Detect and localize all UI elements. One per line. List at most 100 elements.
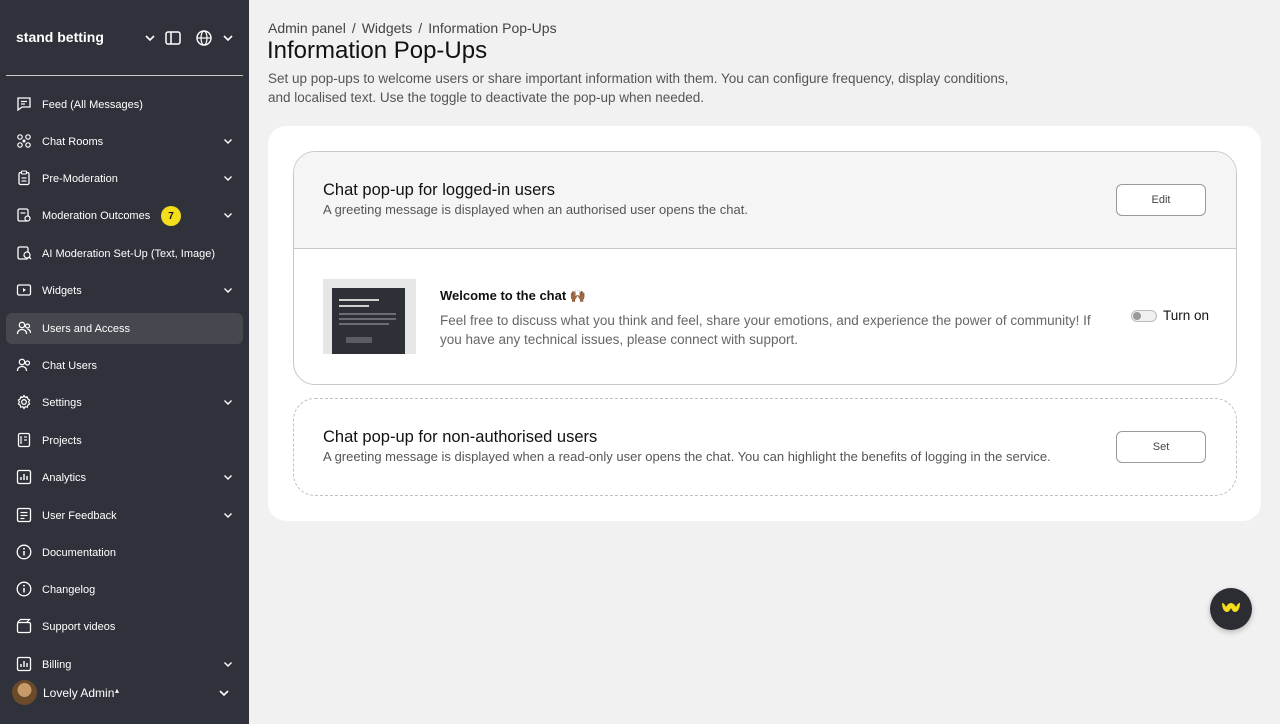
chevron-down-icon[interactable]	[221, 657, 235, 671]
sidebar-item-label: Chat Users	[42, 359, 98, 372]
edit-button[interactable]: Edit	[1116, 184, 1206, 216]
user-menu[interactable]: Lovely Admin ▴	[0, 679, 249, 707]
sidebar-item-projects[interactable]: Projects	[6, 425, 243, 456]
sidebar-item-documentation[interactable]: Documentation	[6, 537, 243, 568]
chat-users-icon	[15, 356, 33, 374]
chevron-down-icon[interactable]	[140, 28, 160, 48]
sidebar-item-label: Billing	[42, 658, 72, 671]
widgets-icon	[15, 281, 33, 299]
preview-line	[339, 313, 396, 315]
caret-up-icon: ▴	[115, 686, 120, 695]
sidebar-item-pre-moderation[interactable]: Pre-Moderation	[6, 163, 243, 194]
sidebar-item-widgets[interactable]: Widgets	[6, 275, 243, 306]
gear-icon	[15, 393, 33, 411]
projects-icon	[15, 431, 33, 449]
sidebar-item-label: Analytics	[42, 471, 87, 484]
breadcrumb: Admin panel / Widgets / Information Pop-…	[268, 20, 557, 36]
globe-icon[interactable]	[194, 28, 214, 48]
feedback-icon	[15, 506, 33, 524]
chevron-down-icon[interactable]	[221, 208, 235, 222]
page-description: Set up pop-ups to welcome users or share…	[268, 71, 1009, 105]
page-title: Information Pop-Ups	[267, 37, 488, 64]
toggle-label: Turn on	[1163, 308, 1210, 323]
sidebar-item-feed[interactable]: Feed (All Messages)	[6, 89, 243, 120]
moderation-icon	[15, 206, 33, 224]
chevron-down-icon[interactable]	[221, 395, 235, 409]
info-icon	[15, 580, 33, 598]
popup-preview-window	[332, 288, 405, 354]
watchers-logo-icon	[1220, 599, 1242, 620]
sidebar-item-label: Moderation Outcomes	[42, 209, 151, 222]
video-icon	[15, 617, 33, 635]
chevron-down-icon[interactable]	[221, 470, 235, 484]
sidebar-item-label: Widgets	[42, 284, 82, 297]
popup-card-non-authorised: Chat pop-up for non-authorised users A g…	[293, 398, 1237, 496]
popup-card-subtitle: A greeting message is displayed when a r…	[323, 449, 1051, 464]
popup-message-body: Feel free to discuss what you think and …	[440, 313, 1091, 347]
turn-on-toggle[interactable]	[1131, 310, 1157, 322]
panel-toggle-icon[interactable]	[163, 28, 183, 48]
user-name: Lovely Admin	[43, 686, 115, 700]
popup-card-title: Chat pop-up for non-authorised users	[323, 428, 598, 446]
breadcrumb-current: Information Pop-Ups	[428, 20, 557, 36]
sidebar-item-changelog[interactable]: Changelog	[6, 574, 243, 605]
sidebar-item-label: Settings	[42, 396, 82, 409]
info-icon	[15, 543, 33, 561]
sidebar-item-label: Documentation	[42, 546, 116, 559]
chevron-down-icon[interactable]	[221, 134, 235, 148]
notification-badge: 7	[161, 206, 181, 226]
popup-card-title: Chat pop-up for logged-in users	[323, 181, 556, 199]
language-chevron-icon[interactable]	[218, 28, 238, 48]
chat-widget-button[interactable]	[1210, 588, 1252, 630]
popup-card-header: Chat pop-up for logged-in users A greeti…	[294, 152, 1236, 249]
chat-rooms-icon	[15, 132, 33, 150]
users-access-icon	[15, 319, 33, 337]
sidebar-item-chat-rooms[interactable]: Chat Rooms	[6, 126, 243, 157]
sidebar: stand betting Feed (All Messages) Chat R…	[0, 0, 249, 724]
sidebar-item-billing[interactable]: Billing	[6, 649, 243, 680]
breadcrumb-separator: /	[418, 20, 423, 36]
sidebar-item-label: User Feedback	[42, 509, 117, 522]
sidebar-item-settings[interactable]: Settings	[6, 387, 243, 418]
project-name[interactable]: stand betting	[16, 29, 104, 45]
chevron-down-icon[interactable]	[221, 283, 235, 297]
sidebar-item-label: Feed (All Messages)	[42, 98, 143, 111]
sidebar-item-user-feedback[interactable]: User Feedback	[6, 500, 243, 531]
preview-line	[339, 305, 369, 307]
sidebar-item-analytics[interactable]: Analytics	[6, 462, 243, 493]
chevron-down-icon[interactable]	[221, 508, 235, 522]
sidebar-item-moderation-outcomes[interactable]: Moderation Outcomes 7	[6, 200, 243, 231]
sidebar-item-label: Users and Access	[42, 322, 131, 335]
preview-line	[339, 299, 379, 301]
sidebar-item-label: Support videos	[42, 620, 116, 633]
preview-line	[339, 318, 396, 320]
toggle-knob	[1133, 312, 1141, 320]
chevron-down-icon[interactable]	[221, 171, 235, 185]
ai-moderation-icon	[15, 244, 33, 262]
sidebar-item-label: AI Moderation Set-Up (Text, Image)	[42, 247, 216, 260]
popup-card-subtitle: A greeting message is displayed when an …	[323, 202, 748, 217]
feed-icon	[15, 95, 33, 113]
set-button[interactable]: Set	[1116, 431, 1206, 463]
chevron-down-icon[interactable]	[217, 686, 231, 700]
preview-button	[346, 337, 372, 343]
sidebar-item-ai-moderation[interactable]: AI Moderation Set-Up (Text, Image)	[6, 238, 243, 269]
avatar	[12, 680, 37, 705]
sidebar-header: stand betting	[0, 0, 249, 76]
breadcrumb-widgets[interactable]: Widgets	[362, 20, 413, 36]
sidebar-divider	[6, 75, 243, 76]
popup-card-logged-in: Chat pop-up for logged-in users A greeti…	[293, 151, 1237, 385]
popup-preview-thumbnail	[323, 279, 416, 354]
preview-line	[339, 323, 389, 325]
sidebar-item-label: Projects	[42, 434, 82, 447]
breadcrumb-separator: /	[351, 20, 356, 36]
sidebar-item-chat-users[interactable]: Chat Users	[6, 350, 243, 381]
clipboard-icon	[15, 169, 33, 187]
sidebar-item-label: Pre-Moderation	[42, 172, 118, 185]
sidebar-item-label: Changelog	[42, 583, 96, 596]
breadcrumb-admin-panel[interactable]: Admin panel	[268, 20, 346, 36]
popup-message-title: Welcome to the chat 🙌🏾	[440, 288, 586, 303]
billing-icon	[15, 655, 33, 673]
sidebar-item-support-videos[interactable]: Support videos	[6, 611, 243, 642]
sidebar-item-users-and-access[interactable]: Users and Access	[6, 313, 243, 344]
